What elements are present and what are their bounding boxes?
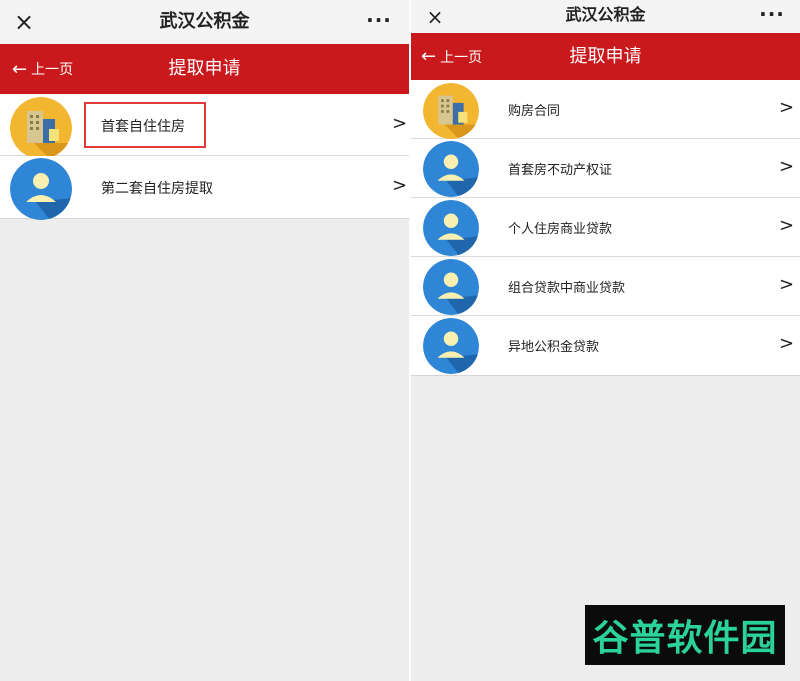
chevron-right-icon: > bbox=[779, 97, 795, 118]
page-header: ← 上一页 提取申请 bbox=[0, 44, 409, 94]
user-icon bbox=[10, 158, 72, 220]
left-phone-screen: × 武汉公积金 ··· ← 上一页 提取申请 首套自住住房 > 第二套自住房提取… bbox=[0, 0, 409, 681]
chevron-right-icon: > bbox=[392, 113, 408, 134]
page-title: 提取申请 bbox=[168, 58, 241, 79]
list-item-combined-loan[interactable]: 组合贷款中商业贷款 > bbox=[411, 257, 800, 316]
list-item-first-home[interactable]: 首套自住住房 > bbox=[0, 94, 409, 159]
wechat-title-bar: × 武汉公积金 ··· bbox=[411, 0, 800, 33]
watermark-text: 谷普软件园 bbox=[592, 618, 778, 659]
item-label: 购房合同 bbox=[508, 104, 561, 119]
user-icon bbox=[423, 318, 479, 374]
wechat-title: 武汉公积金 bbox=[565, 5, 646, 24]
item-label: 首套房不动产权证 bbox=[508, 163, 613, 178]
more-icon[interactable]: ··· bbox=[365, 0, 393, 40]
chevron-right-icon: > bbox=[779, 215, 795, 236]
list-item-second-home[interactable]: 第二套自住房提取 > bbox=[0, 156, 409, 220]
list-item-purchase-contract[interactable]: 购房合同 > bbox=[411, 80, 800, 139]
right-phone-screen: × 武汉公积金 ··· ← 上一页 提取申请 购房合同 > 首套房不动产权证 >… bbox=[411, 0, 800, 681]
list-item-property-certificate[interactable]: 首套房不动产权证 > bbox=[411, 139, 800, 198]
item-label: 组合贷款中商业贷款 bbox=[508, 281, 626, 296]
chevron-right-icon: > bbox=[779, 333, 795, 354]
list-item-commercial-loan[interactable]: 个人住房商业贷款 > bbox=[411, 198, 800, 257]
user-icon bbox=[423, 200, 479, 256]
wechat-title-bar: × 武汉公积金 ··· bbox=[0, 0, 409, 44]
user-icon bbox=[423, 259, 479, 315]
item-label: 首套自住住房 bbox=[101, 119, 185, 135]
chevron-right-icon: > bbox=[779, 156, 795, 177]
list-item-remote-fund-loan[interactable]: 异地公积金贷款 > bbox=[411, 316, 800, 375]
building-icon bbox=[10, 97, 72, 159]
chevron-right-icon: > bbox=[779, 274, 795, 295]
building-icon bbox=[423, 83, 479, 139]
page-header: ← 上一页 提取申请 bbox=[411, 33, 800, 80]
option-list: 首套自住住房 > 第二套自住房提取 > bbox=[0, 94, 409, 220]
more-icon[interactable]: ··· bbox=[758, 0, 786, 28]
option-list: 购房合同 > 首套房不动产权证 > 个人住房商业贷款 > 组合贷款中商业贷款 >… bbox=[411, 80, 800, 376]
chevron-right-icon: > bbox=[392, 175, 408, 196]
page-title: 提取申请 bbox=[569, 46, 642, 67]
user-icon bbox=[423, 141, 479, 197]
wechat-title: 武汉公积金 bbox=[159, 11, 250, 32]
watermark-logo: 谷普软件园 bbox=[585, 605, 785, 665]
item-label: 异地公积金贷款 bbox=[508, 340, 600, 355]
item-label: 个人住房商业贷款 bbox=[508, 222, 613, 237]
item-label: 第二套自住房提取 bbox=[101, 181, 213, 197]
